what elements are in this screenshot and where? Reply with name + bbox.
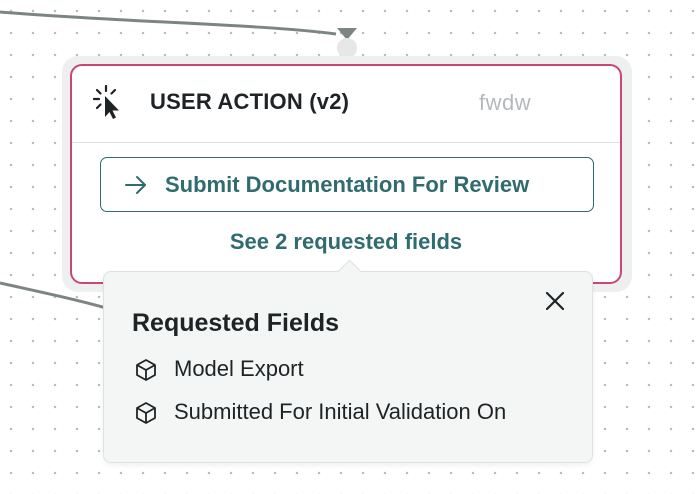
workflow-canvas[interactable]: USER ACTION (v2) fwdw Submit Documentati… [0,0,698,494]
cube-icon [136,402,156,424]
popover-title: Requested Fields [132,309,339,337]
node-title: USER ACTION (v2) [150,89,350,114]
close-icon[interactable] [544,290,566,312]
node-input-handle[interactable] [337,38,357,58]
cursor-click-icon [93,84,119,119]
see-requested-fields-link[interactable]: See 2 requested fields [72,229,620,255]
field-label: Submitted For Initial Validation On [174,399,507,424]
node-header: USER ACTION (v2) fwdw [72,66,620,143]
incoming-edge [0,10,337,36]
requested-fields-popover: Requested Fields Model Export Submitted … [103,259,593,463]
user-action-node[interactable]: USER ACTION (v2) fwdw Submit Documentati… [70,64,622,284]
field-label: Model Export [174,356,304,381]
submit-documentation-button[interactable]: Submit Documentation For Review [100,157,594,212]
cube-icon [136,359,156,381]
submit-documentation-label: Submit Documentation For Review [165,172,530,197]
arrow-right-icon [125,176,146,194]
node-id: fwdw [479,90,532,115]
